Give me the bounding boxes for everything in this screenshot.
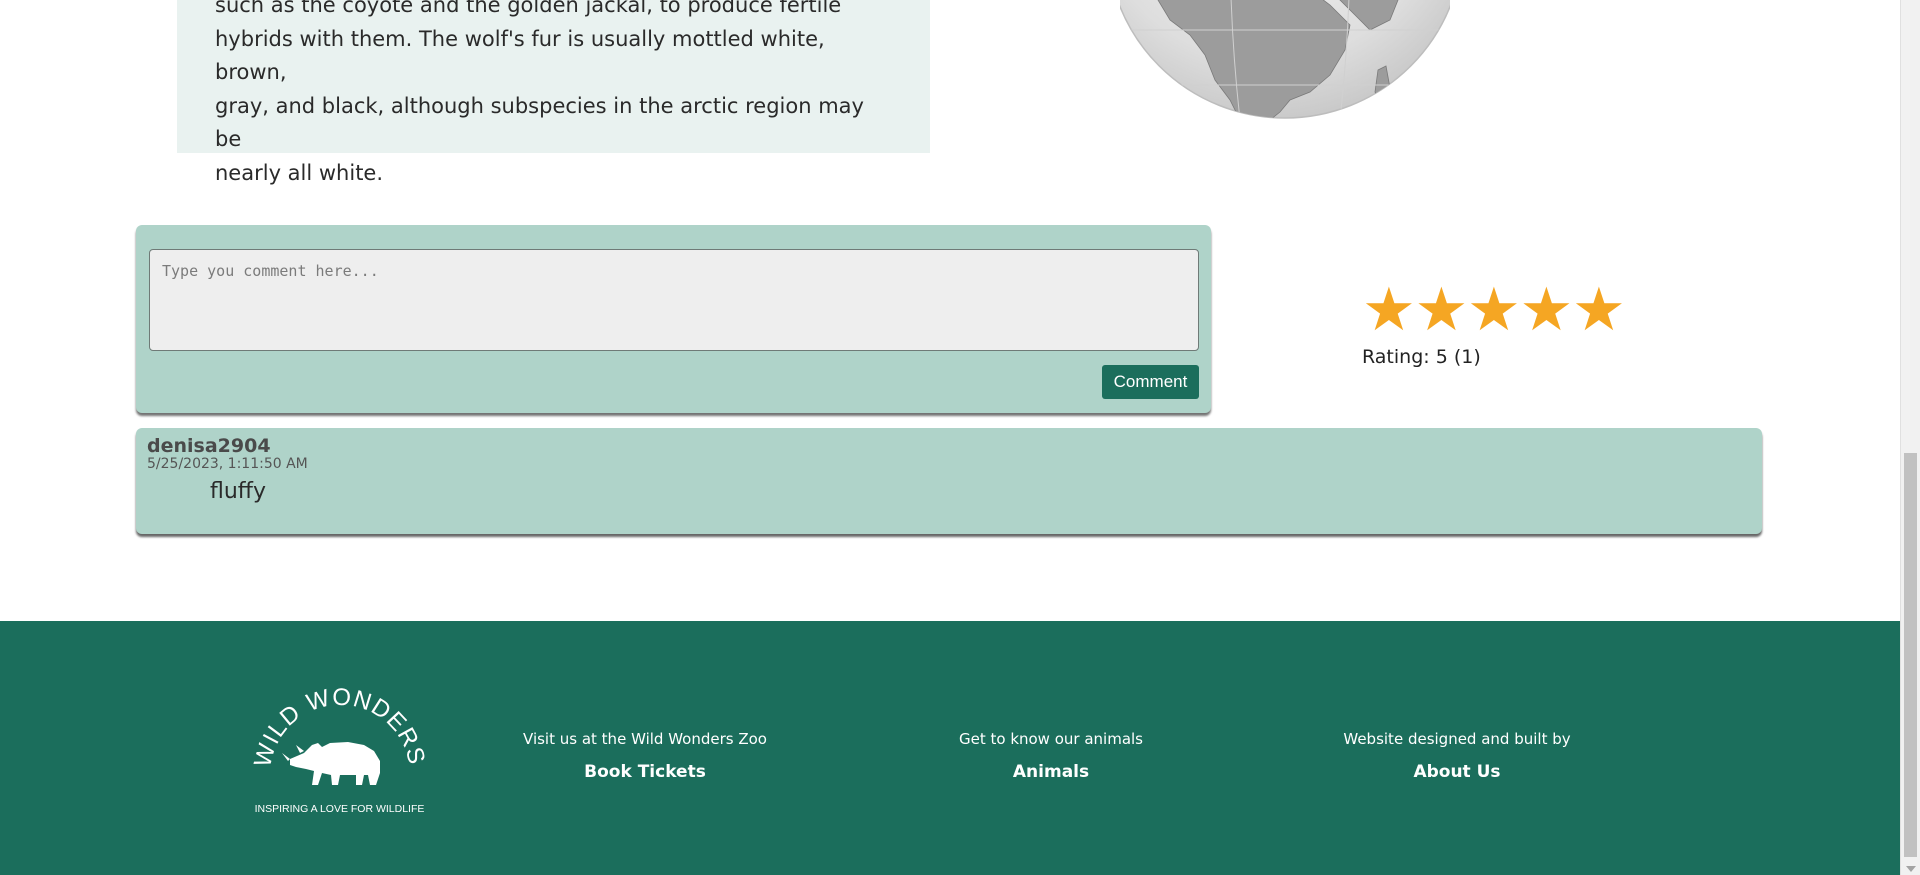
star-icon[interactable]: ★ <box>1362 280 1416 340</box>
site-footer: WILD WONDERS ZOO INSPIRING A LOVE FOR WI… <box>0 621 1900 875</box>
footer-tickets-column: Visit us at the Wild Wonders Zoo Book Ti… <box>495 729 795 782</box>
animal-description: such as the coyote and the golden jackal… <box>177 0 930 185</box>
footer-about-column: Website designed and built by About Us <box>1307 729 1607 782</box>
description-line: hybrids with them. The wolf's fur is usu… <box>215 26 825 85</box>
comment-form: Comment <box>136 225 1211 413</box>
star-rating: ★ ★ ★ ★ ★ <box>1362 280 1662 340</box>
star-icon[interactable]: ★ <box>1467 280 1521 340</box>
page: such as the coyote and the golden jackal… <box>0 0 1920 875</box>
comment-timestamp: 5/25/2023, 1:11:50 AM <box>147 456 308 472</box>
rating-summary: Rating: 5 (1) <box>1362 346 1481 368</box>
description-line: gray, and black, although subspecies in … <box>215 93 864 152</box>
footer-caption: Visit us at the Wild Wonders Zoo <box>523 730 767 748</box>
comment-submit-button[interactable]: Comment <box>1102 365 1199 399</box>
rating-widget: ★ ★ ★ ★ ★ Rating: 5 (1) <box>1362 280 1662 368</box>
footer-caption: Website designed and built by <box>1343 730 1571 748</box>
scroll-down-arrow-icon[interactable] <box>1906 866 1916 872</box>
description-line: such as the coyote and the golden jackal… <box>215 0 842 17</box>
comment-author: denisa2904 <box>147 435 271 457</box>
comment-input[interactable] <box>149 249 1199 351</box>
description-line: nearly all white. <box>215 160 384 185</box>
star-icon[interactable]: ★ <box>1572 280 1626 340</box>
comment-body: fluffy <box>210 479 266 504</box>
book-tickets-link[interactable]: Book Tickets <box>495 762 795 782</box>
vertical-scrollbar[interactable] <box>1900 0 1920 875</box>
about-us-link[interactable]: About Us <box>1307 762 1607 782</box>
scrollbar-thumb[interactable] <box>1904 453 1917 857</box>
animals-link[interactable]: Animals <box>901 762 1201 782</box>
range-globe-map <box>1120 0 1450 119</box>
logo-tagline: INSPIRING A LOVE FOR WILDLIFE <box>255 803 425 815</box>
comment-card: denisa2904 5/25/2023, 1:11:50 AM fluffy <box>136 428 1762 534</box>
rhino-icon <box>282 742 380 785</box>
footer-caption: Get to know our animals <box>958 730 1143 748</box>
star-icon[interactable]: ★ <box>1520 280 1574 340</box>
zoo-logo[interactable]: WILD WONDERS ZOO INSPIRING A LOVE FOR WI… <box>252 687 427 817</box>
star-icon[interactable]: ★ <box>1415 280 1469 340</box>
footer-animals-column: Get to know our animals Animals <box>901 729 1201 782</box>
